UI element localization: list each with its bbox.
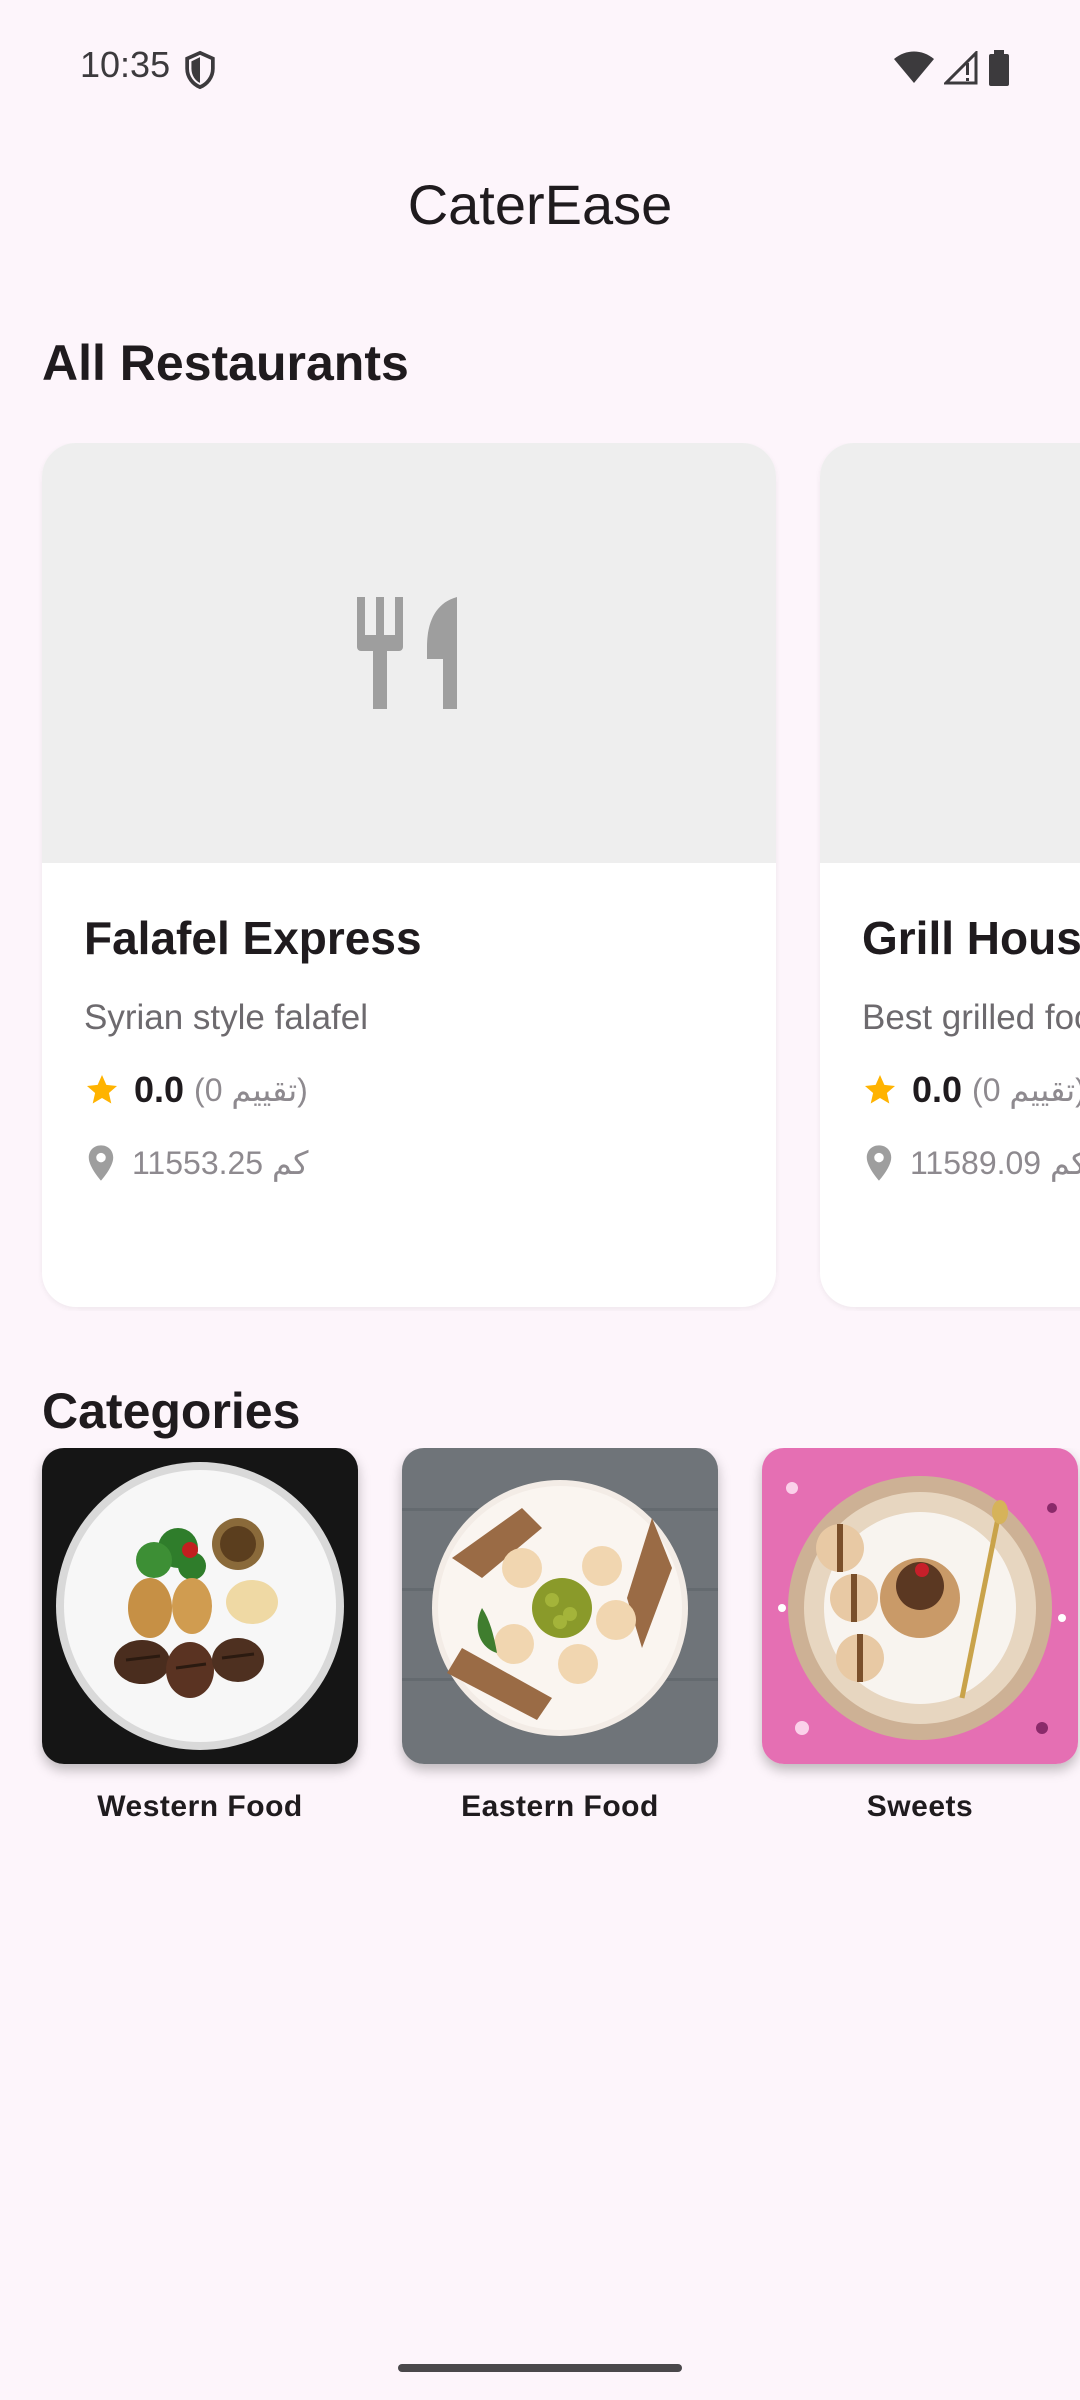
restaurant-image-placeholder bbox=[42, 443, 776, 863]
restaurant-image-placeholder bbox=[820, 443, 1080, 863]
restaurant-rating: 0.0 (0 تقييم) bbox=[84, 1068, 308, 1112]
shield-icon bbox=[185, 50, 215, 90]
category-label: Western Food bbox=[97, 1790, 303, 1823]
rating-count: (0 تقييم) bbox=[194, 1072, 308, 1108]
restaurant-description: Syrian style falafel bbox=[84, 998, 369, 1037]
gesture-navigation-bar[interactable] bbox=[398, 2364, 682, 2372]
restaurant-icon bbox=[357, 597, 457, 709]
rating-count: (0 تقييم) bbox=[972, 1072, 1080, 1108]
restaurant-distance: 11589.09 كم bbox=[862, 1141, 1080, 1185]
category-image-eastern-food bbox=[402, 1448, 718, 1764]
rating-value: 0.0 bbox=[134, 1069, 185, 1110]
star-icon bbox=[87, 1075, 117, 1104]
restaurant-distance: 11553.25 كم bbox=[84, 1141, 309, 1185]
restaurants-section-title: All Restaurants bbox=[42, 335, 409, 391]
star-icon bbox=[865, 1075, 895, 1104]
category-label: Eastern Food bbox=[461, 1790, 659, 1823]
cellular-signal-icon bbox=[944, 51, 978, 85]
restaurant-card[interactable]: Falafel Express Syrian style falafel 0.0… bbox=[42, 443, 776, 1307]
restaurant-description: Best grilled food bbox=[862, 998, 1080, 1037]
location-pin-icon bbox=[866, 1145, 892, 1181]
restaurant-name: Grill House bbox=[862, 912, 1080, 964]
category-image-sweets bbox=[762, 1448, 1078, 1764]
restaurant-name: Falafel Express bbox=[84, 912, 422, 964]
restaurant-rating: 0.0 (0 تقييم) bbox=[862, 1068, 1080, 1112]
restaurant-card[interactable]: Grill House Best grilled food 0.0 (0 تقي… bbox=[820, 443, 1080, 1307]
categories-section-title: Categories bbox=[42, 1383, 301, 1439]
location-pin-icon bbox=[88, 1145, 114, 1181]
category-item-eastern-food[interactable]: Eastern Food bbox=[402, 1448, 718, 1824]
categories-row[interactable]: Western Food Eastern Food Sweets bbox=[0, 1448, 1080, 1848]
wifi-icon bbox=[894, 51, 934, 83]
distance-value: 11553.25 كم bbox=[132, 1145, 309, 1181]
restaurants-carousel[interactable]: Falafel Express Syrian style falafel 0.0… bbox=[0, 443, 1080, 1311]
battery-icon bbox=[989, 50, 1009, 86]
category-item-western-food[interactable]: Western Food bbox=[42, 1448, 358, 1824]
app-title: CaterEase bbox=[407, 173, 673, 236]
distance-value: 11589.09 كم bbox=[910, 1145, 1080, 1181]
category-image-western-food bbox=[42, 1448, 358, 1764]
rating-value: 0.0 bbox=[912, 1069, 963, 1110]
status-time: 10:35 bbox=[80, 44, 171, 85]
category-item-sweets[interactable]: Sweets bbox=[762, 1448, 1078, 1824]
category-label: Sweets bbox=[866, 1790, 974, 1823]
status-bar: 10:35 bbox=[0, 0, 1080, 130]
